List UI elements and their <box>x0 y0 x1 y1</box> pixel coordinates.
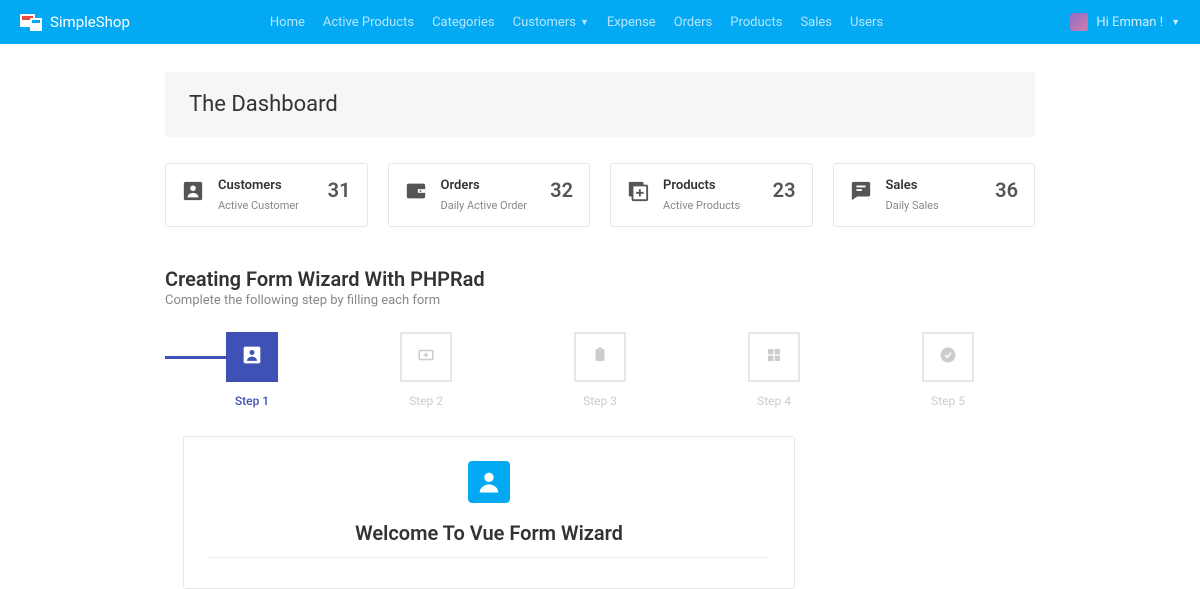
step-box <box>400 332 452 382</box>
wizard-step-2[interactable]: Step 2 <box>339 332 513 408</box>
person-icon <box>242 345 262 369</box>
grid-icon <box>766 347 782 367</box>
stat-sales[interactable]: Sales Daily Sales 36 <box>833 163 1036 227</box>
nav-customers[interactable]: Customers▼ <box>513 15 589 30</box>
step-label: Step 4 <box>757 394 791 408</box>
step-label: Step 1 <box>235 394 269 408</box>
stat-title: Customers <box>218 178 314 193</box>
wizard-content-icon <box>468 461 510 503</box>
stat-sub: Daily Active Order <box>441 199 537 212</box>
chevron-down-icon: ▼ <box>580 17 589 28</box>
nav-categories[interactable]: Categories <box>432 15 495 30</box>
section-title: Creating Form Wizard With PHPRad <box>165 267 1035 291</box>
nav-users[interactable]: Users <box>850 15 883 30</box>
stat-value: 32 <box>550 178 573 202</box>
stat-sub: Daily Sales <box>886 199 982 212</box>
wizard-step-1[interactable]: Step 1 <box>165 332 339 408</box>
user-menu[interactable]: Hi Emman ! ▼ <box>1070 13 1180 31</box>
stat-title: Orders <box>441 178 537 193</box>
stat-title: Products <box>663 178 759 193</box>
nav-active-products[interactable]: Active Products <box>323 15 414 30</box>
section-sub: Complete the following step by filling e… <box>165 293 1035 308</box>
user-greeting: Hi Emman ! <box>1096 15 1163 30</box>
stat-value: 36 <box>995 178 1018 202</box>
stat-title: Sales <box>886 178 982 193</box>
nav-links: Home Active Products Categories Customer… <box>270 15 883 30</box>
step-box <box>226 332 278 382</box>
stat-sub: Active Customer <box>218 199 314 212</box>
step-box <box>748 332 800 382</box>
wizard-heading: Welcome To Vue Form Wizard <box>208 521 770 558</box>
stat-products[interactable]: Products Active Products 23 <box>610 163 813 227</box>
brand[interactable]: SimpleShop <box>20 12 130 32</box>
stat-value: 31 <box>328 178 351 202</box>
nav-sales[interactable]: Sales <box>800 15 832 30</box>
wizard-step-3[interactable]: Step 3 <box>513 332 687 408</box>
check-icon <box>939 346 957 368</box>
chat-icon <box>850 180 872 202</box>
wallet-icon <box>405 180 427 202</box>
brand-name: SimpleShop <box>50 13 130 31</box>
nav-orders[interactable]: Orders <box>674 15 713 30</box>
add-box-icon <box>627 180 649 202</box>
step-box <box>922 332 974 382</box>
chevron-down-icon: ▼ <box>1171 17 1180 28</box>
page-title-box: The Dashboard <box>165 72 1035 137</box>
stat-sub: Active Products <box>663 199 759 212</box>
avatar <box>1070 13 1088 31</box>
stat-customers[interactable]: Customers Active Customer 31 <box>165 163 368 227</box>
step-box <box>574 332 626 382</box>
nav-expense[interactable]: Expense <box>607 15 656 30</box>
wizard-step-5[interactable]: Step 5 <box>861 332 1035 408</box>
step-label: Step 3 <box>583 394 617 408</box>
stat-value: 23 <box>773 178 796 202</box>
page-title: The Dashboard <box>189 92 1011 117</box>
nav-home[interactable]: Home <box>270 15 305 30</box>
stats-row: Customers Active Customer 31 Orders Dail… <box>165 163 1035 227</box>
person-icon <box>182 180 204 202</box>
wizard-step-4[interactable]: Step 4 <box>687 332 861 408</box>
navbar: SimpleShop Home Active Products Categori… <box>0 0 1200 44</box>
step-label: Step 2 <box>409 394 443 408</box>
wizard-steps: Step 1 Step 2 Step 3 Step 4 Step 5 <box>165 332 1035 408</box>
wizard-content: Welcome To Vue Form Wizard <box>183 436 795 589</box>
clipboard-icon <box>591 346 609 368</box>
brand-logo-icon <box>20 12 44 32</box>
stat-orders[interactable]: Orders Daily Active Order 32 <box>388 163 591 227</box>
nav-products[interactable]: Products <box>730 15 782 30</box>
add-card-icon <box>417 346 435 368</box>
step-label: Step 5 <box>931 394 965 408</box>
